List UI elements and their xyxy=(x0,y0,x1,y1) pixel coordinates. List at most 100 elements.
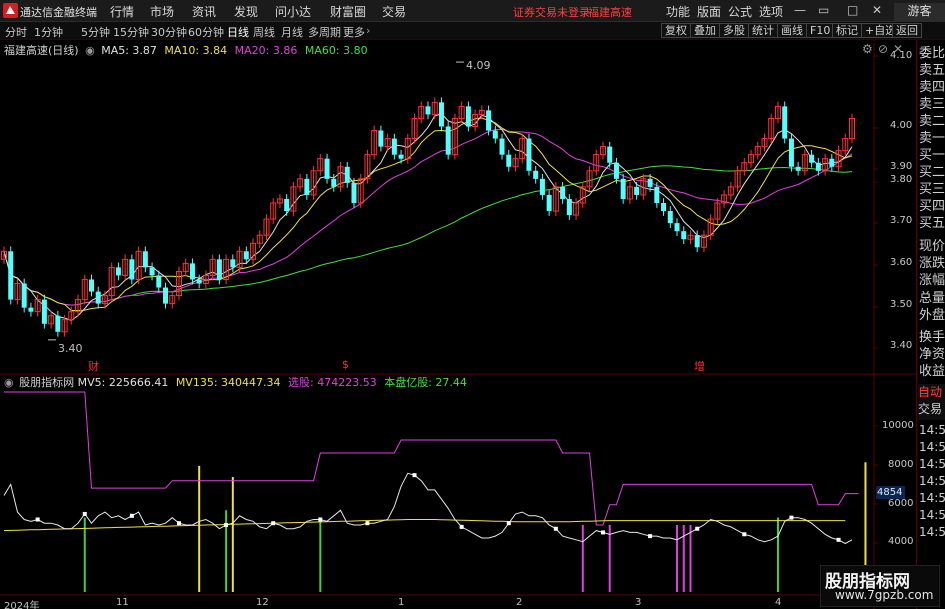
multi-stock-button[interactable]: 多股 xyxy=(719,23,749,38)
menu-item-discover[interactable]: 发现 xyxy=(234,3,258,20)
trade-time: 14:56 xyxy=(919,457,945,471)
menu-function[interactable]: 功能 xyxy=(666,3,690,20)
chevron-down-icon[interactable]: › xyxy=(366,24,370,37)
period-1min[interactable]: 1分钟 xyxy=(34,24,63,40)
period-5min[interactable]: 5分钟 xyxy=(81,24,110,40)
watermark-url: www.7gpzb.com xyxy=(835,588,934,602)
mv5-marker xyxy=(648,534,653,539)
date-label: 1 xyxy=(398,597,405,608)
menu-layout[interactable]: 版面 xyxy=(697,3,721,20)
mv5-marker xyxy=(695,526,700,531)
f10-button[interactable]: F10 xyxy=(806,23,835,38)
ma5-value: MA5: 3.87 xyxy=(101,44,157,57)
side-label: 换手 xyxy=(919,330,945,345)
indicator-name[interactable]: 股朋指标网 xyxy=(19,376,74,389)
period-30min[interactable]: 30分钟 xyxy=(151,24,187,40)
period-monthly[interactable]: 月线 xyxy=(281,24,303,40)
menu-item-news[interactable]: 资讯 xyxy=(192,3,216,20)
chart-title: 福建高速(日线) xyxy=(4,44,79,57)
close-icon[interactable]: ✕ xyxy=(872,3,882,17)
auto-trade-label: 自动 xyxy=(918,385,943,399)
trade-time: 14:56 xyxy=(919,474,945,488)
price-tick: 4.00 xyxy=(890,120,913,131)
candle-down xyxy=(661,202,667,212)
pin-icon[interactable]: ⊘ xyxy=(878,42,888,56)
candle-down xyxy=(566,198,572,216)
candle-down xyxy=(546,194,552,212)
auto-trade-button[interactable]: 自动 交易 xyxy=(918,384,945,420)
mv5-value: MV5: 225666.41 xyxy=(77,376,169,389)
draw-line-button[interactable]: 画线 xyxy=(777,23,807,38)
menu-item-trade[interactable]: 交易 xyxy=(382,3,406,20)
maximize-icon[interactable]: □ xyxy=(847,3,858,17)
menu-item-market[interactable]: 行情 xyxy=(110,3,134,20)
mv5-marker xyxy=(318,517,323,522)
shares-value: 本盘亿股: 27.44 xyxy=(384,376,467,389)
chart-area[interactable] xyxy=(0,40,916,609)
period-multi[interactable]: 多周期 xyxy=(308,24,341,40)
candle-down xyxy=(526,138,532,171)
candle-down xyxy=(216,259,222,280)
restore-icon[interactable]: ▭ xyxy=(818,3,829,17)
side-label: 卖四 xyxy=(919,80,945,95)
trade-time: 14:56 xyxy=(919,423,945,437)
minimize-icon[interactable]: — xyxy=(794,3,806,17)
mv5-marker xyxy=(365,521,370,526)
period-more[interactable]: 更多 xyxy=(343,24,365,40)
candle-down xyxy=(681,231,687,240)
menu-item-assistant[interactable]: 问小达 xyxy=(275,3,311,20)
overlay-button[interactable]: 叠加 xyxy=(690,23,720,38)
price-tick: 4.10 xyxy=(890,50,913,61)
increase-marker[interactable]: 增 xyxy=(694,358,705,374)
dividend-marker[interactable]: $ xyxy=(342,358,349,371)
period-tick[interactable]: 分时 xyxy=(5,24,27,40)
candle-down xyxy=(620,178,626,199)
candle-down xyxy=(189,263,195,280)
candle-down xyxy=(782,106,788,139)
side-label: 委比 xyxy=(919,46,945,61)
app-logo-icon xyxy=(3,3,18,18)
dropdown-icon[interactable]: ◉ xyxy=(85,44,95,57)
back-button[interactable]: 返回 xyxy=(892,23,922,38)
volume-tick: 4000 xyxy=(888,536,914,547)
settings-icon[interactable]: ⚙ xyxy=(862,42,873,56)
candle-down xyxy=(28,307,34,312)
candle-down xyxy=(344,166,350,183)
indicator-dropdown-icon[interactable]: ◉ xyxy=(4,376,14,389)
finance-marker[interactable]: 财 xyxy=(88,358,99,374)
candle-down xyxy=(607,146,613,163)
quote-side-panel: 委比 卖五 卖四 卖三 卖二 卖一 买一 买二 买三 买四 买五 现价 涨跌 涨… xyxy=(916,40,945,609)
title-bar: 通达信金融终端 行情 市场 资讯 发现 问小达 财富圈 交易 证券交易未登录 福… xyxy=(0,0,945,22)
volume-tick: 10000 xyxy=(882,420,914,431)
stats-button[interactable]: 统计 xyxy=(748,23,778,38)
menu-item-wealth[interactable]: 财富圈 xyxy=(330,3,366,20)
menu-options[interactable]: 选项 xyxy=(759,3,783,20)
mark-button[interactable]: 标记 xyxy=(832,23,862,38)
side-label: 买五 xyxy=(919,216,945,231)
mv5-marker xyxy=(836,537,841,542)
fq-button[interactable]: 复权 xyxy=(661,23,691,38)
mv5-marker xyxy=(224,523,229,528)
guest-button[interactable]: 游客 xyxy=(894,3,945,22)
kline-chart[interactable] xyxy=(0,40,916,609)
candle-down xyxy=(230,259,236,268)
menu-formula[interactable]: 公式 xyxy=(728,3,752,20)
candle-down xyxy=(304,178,310,195)
ma60-line xyxy=(3,165,853,306)
menu-item-exchange[interactable]: 市场 xyxy=(150,3,174,20)
period-daily[interactable]: 日线 xyxy=(227,24,249,40)
ma10-value: MA10: 3.84 xyxy=(164,44,228,57)
candle-down xyxy=(324,158,330,179)
period-60min[interactable]: 60分钟 xyxy=(188,24,224,40)
candle-down xyxy=(163,287,169,304)
candle-down xyxy=(486,110,492,131)
price-tick: 3.50 xyxy=(890,299,913,310)
select-value: 选股: 474223.53 xyxy=(288,376,377,389)
candle-down xyxy=(196,279,202,284)
period-weekly[interactable]: 周线 xyxy=(253,24,275,40)
side-label: 卖三 xyxy=(919,97,945,112)
login-status[interactable]: 证券交易未登录 xyxy=(513,4,590,20)
period-15min[interactable]: 15分钟 xyxy=(113,24,149,40)
mv135-value: MV135: 340447.34 xyxy=(175,376,281,389)
candle-down xyxy=(492,130,498,139)
